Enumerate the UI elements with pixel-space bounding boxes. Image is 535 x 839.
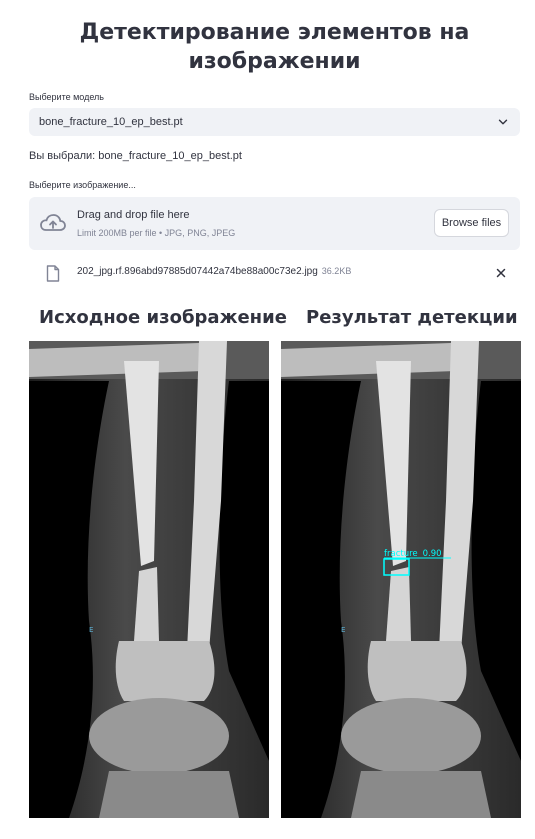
file-size: 36.2KB [321, 266, 352, 276]
dropzone-title: Drag and drop file here [77, 209, 190, 221]
uploaded-file-name: 202_jpg.rf.896abd97885d07442a74be88a00c7… [77, 266, 351, 277]
close-icon[interactable] [494, 266, 508, 280]
page-title-line-1: Детектирование элементов на [79, 20, 470, 45]
uploaded-file-row: 202_jpg.rf.896abd97885d07442a74be88a00c7… [29, 258, 520, 288]
xray-marker-result: E [341, 626, 345, 634]
original-image-title: Исходное изображение [39, 307, 287, 328]
chevron-down-icon [498, 119, 508, 125]
model-select-value: bone_fracture_10_ep_best.pt [39, 116, 183, 128]
page-title: Детектирование элементов на изображении [29, 18, 520, 76]
chosen-model-text: Вы выбрали: bone_fracture_10_ep_best.pt [29, 150, 242, 162]
uploader-label: Выберите изображение... [29, 180, 136, 190]
browse-files-button[interactable]: Browse files [434, 209, 509, 237]
detection-xray-image: E fracture 0.90 [281, 341, 521, 818]
dropzone-limit: Limit 200MB per file • JPG, PNG, JPEG [77, 228, 236, 238]
file-dropzone[interactable]: Drag and drop file here Limit 200MB per … [29, 197, 520, 250]
model-select[interactable]: bone_fracture_10_ep_best.pt [29, 108, 520, 136]
file-name-text: 202_jpg.rf.896abd97885d07442a74be88a00c7… [77, 266, 318, 277]
model-select-label: Выберите модель [29, 92, 104, 102]
detection-result-title: Результат детекции [306, 307, 518, 328]
file-icon [46, 265, 60, 282]
original-xray-image: E [29, 341, 269, 818]
page-title-line-2: изображении [188, 49, 361, 74]
cloud-upload-icon [40, 214, 66, 231]
xray-marker: E [89, 626, 93, 634]
